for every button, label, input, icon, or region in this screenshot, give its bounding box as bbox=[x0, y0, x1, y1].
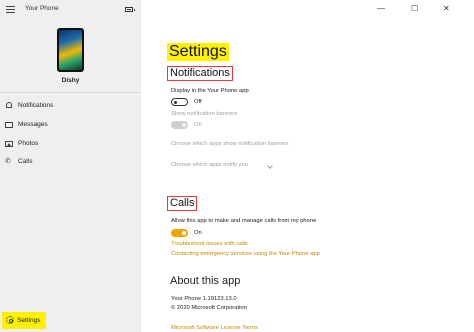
sidebar: Your Phone Dishy Notifications Messages … bbox=[0, 0, 141, 332]
about-heading: About this app bbox=[170, 275, 241, 287]
sidebar-item-photos[interactable]: Photos bbox=[0, 136, 141, 153]
sidebar-item-label: Calls bbox=[18, 158, 33, 165]
sidebar-item-label: Notifications bbox=[18, 102, 54, 109]
phone-image bbox=[57, 28, 84, 72]
device-name: Dishy bbox=[61, 77, 80, 84]
choose-notify-apps-dropdown[interactable]: Choose which apps notify you bbox=[171, 162, 248, 168]
display-in-app-toggle[interactable] bbox=[171, 98, 188, 106]
sidebar-item-messages[interactable]: Messages bbox=[0, 117, 141, 134]
app-version: Your Phone 1.19123.13.0 bbox=[171, 296, 237, 302]
app-title: Your Phone bbox=[25, 5, 59, 12]
allow-calls-label: Allow this app to make and manage calls … bbox=[171, 218, 317, 224]
license-terms-link[interactable]: Microsoft Software License Terms bbox=[171, 325, 258, 331]
sidebar-item-calls[interactable]: ✆ Calls bbox=[0, 154, 141, 171]
calls-heading: Calls bbox=[167, 196, 198, 211]
phone-wallpaper bbox=[59, 30, 82, 70]
gear-icon bbox=[6, 316, 14, 324]
show-banners-toggle[interactable] bbox=[171, 121, 188, 129]
choose-banner-apps-link[interactable]: Choose which apps show notification bann… bbox=[171, 141, 289, 147]
page-title: Settings bbox=[167, 43, 229, 61]
allow-calls-state: On bbox=[194, 230, 202, 236]
troubleshoot-calls-link[interactable]: Troubleshoot issues with calls bbox=[171, 241, 248, 247]
title-bar: Your Phone bbox=[0, 0, 141, 20]
phone-icon: ✆ bbox=[5, 158, 11, 165]
chevron-down-icon[interactable] bbox=[267, 163, 273, 169]
photo-icon bbox=[5, 141, 13, 147]
battery-icon bbox=[125, 7, 135, 12]
bell-icon bbox=[6, 102, 12, 108]
display-in-app-label: Display in the Your Phone app bbox=[171, 88, 249, 94]
sidebar-item-label: Settings bbox=[17, 317, 41, 324]
sidebar-item-settings[interactable]: Settings bbox=[2, 312, 46, 329]
notifications-heading: Notifications bbox=[167, 66, 233, 81]
sidebar-divider bbox=[0, 92, 141, 93]
settings-page: Settings Notifications Display in the Yo… bbox=[141, 0, 474, 332]
sidebar-item-label: Messages bbox=[18, 121, 48, 128]
emergency-services-link[interactable]: Contacting emergency services using the … bbox=[171, 251, 320, 257]
hamburger-menu-icon[interactable] bbox=[6, 6, 15, 13]
display-in-app-state: Off bbox=[194, 99, 202, 105]
sidebar-item-label: Photos bbox=[18, 140, 39, 147]
show-banners-label: Show notification banners bbox=[171, 111, 238, 117]
show-banners-state: On bbox=[194, 122, 202, 128]
sidebar-item-notifications[interactable]: Notifications bbox=[0, 98, 141, 115]
copyright-text: © 2020 Microsoft Corporation bbox=[171, 305, 247, 311]
allow-calls-toggle[interactable] bbox=[171, 229, 188, 237]
message-icon bbox=[5, 122, 13, 128]
